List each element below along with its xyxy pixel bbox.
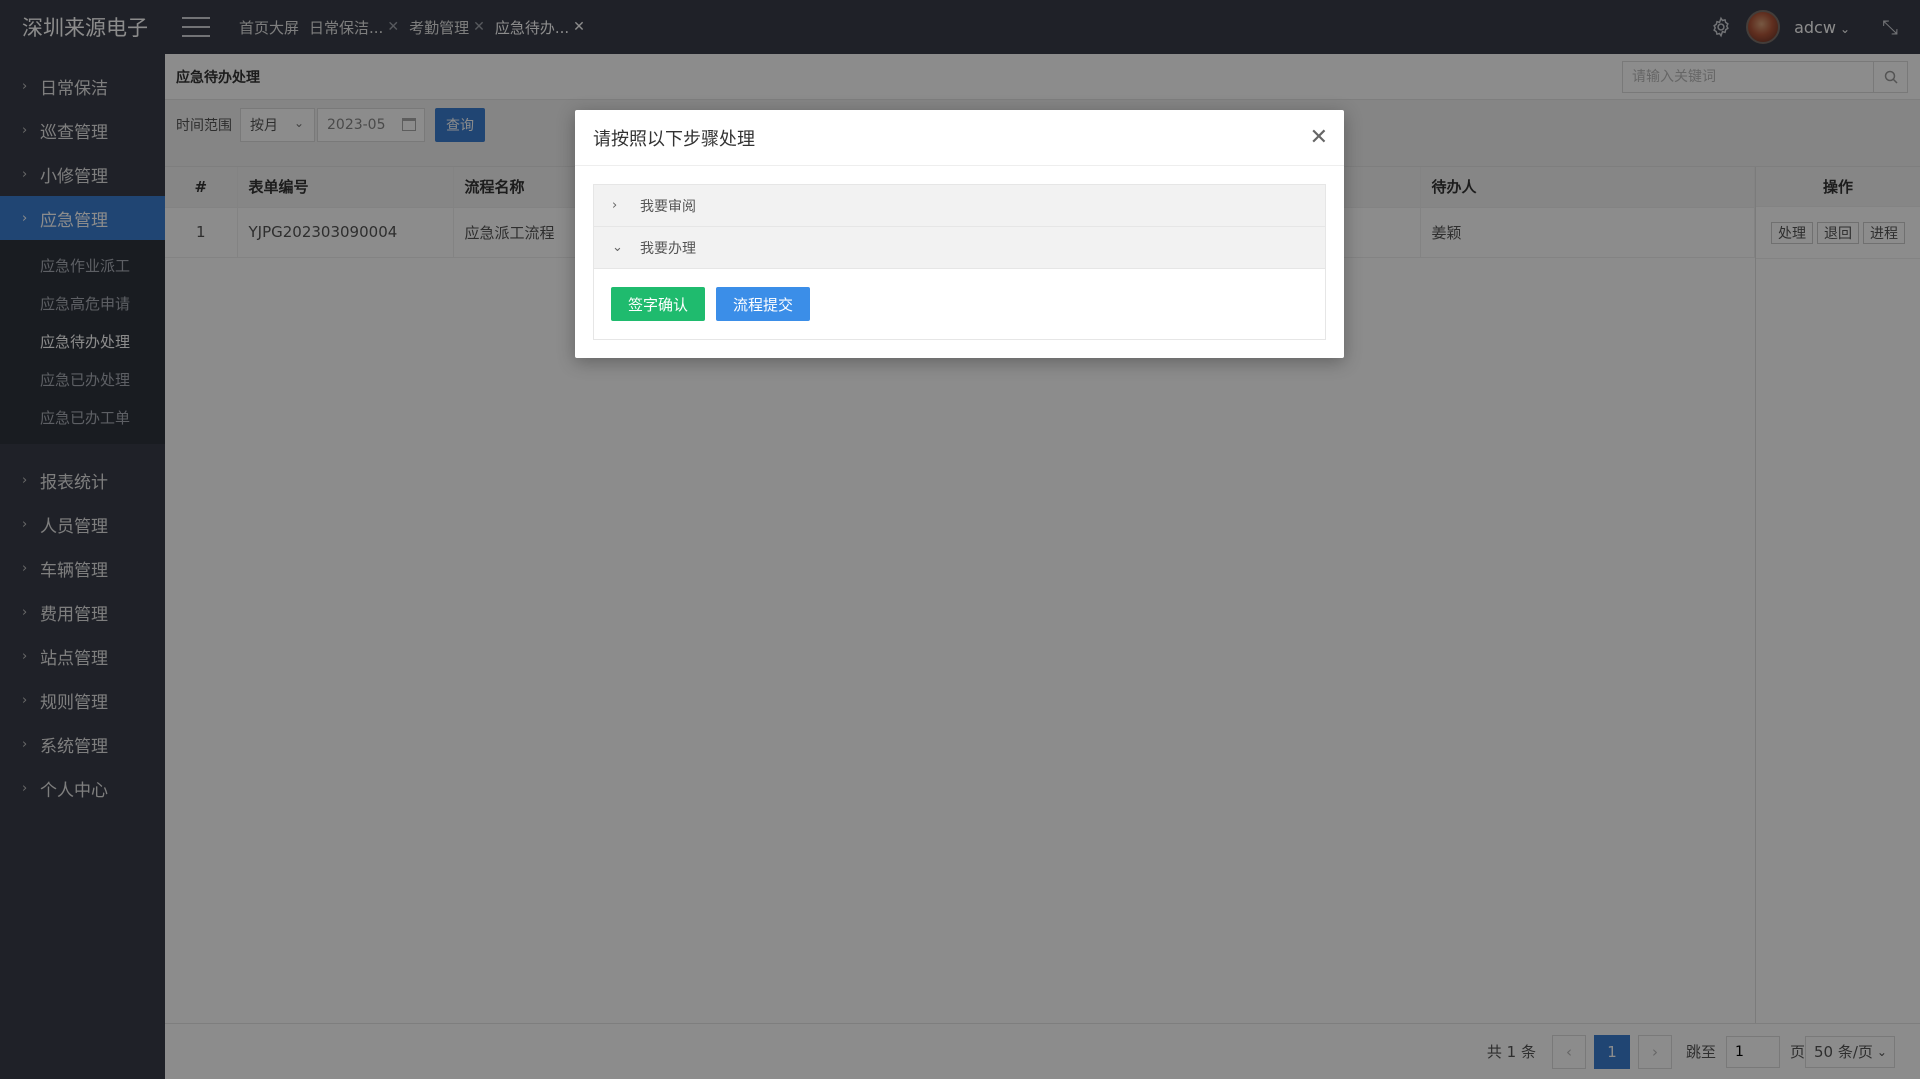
close-icon[interactable]: ✕ [1310,127,1328,149]
dialog-header: 请按照以下步骤处理 ✕ [575,110,1344,166]
flow-submit-button[interactable]: 流程提交 [716,287,811,321]
section-handle[interactable]: ⌄ 我要办理 [594,227,1325,269]
dialog-title: 请按照以下步骤处理 [593,128,755,150]
chevron-right-icon: › [612,198,618,213]
section-label: 我要办理 [640,240,696,257]
section-review[interactable]: › 我要审阅 [594,185,1325,227]
section-handle-body: 签字确认 流程提交 [594,269,1325,339]
chevron-down-icon: ⌄ [612,240,623,255]
process-dialog: 请按照以下步骤处理 ✕ › 我要审阅 ⌄ 我要办理 签字确认 流程提交 [575,110,1344,358]
sign-confirm-button[interactable]: 签字确认 [611,287,706,321]
steps-collapse: › 我要审阅 ⌄ 我要办理 签字确认 流程提交 [593,184,1326,340]
section-label: 我要审阅 [640,198,696,215]
